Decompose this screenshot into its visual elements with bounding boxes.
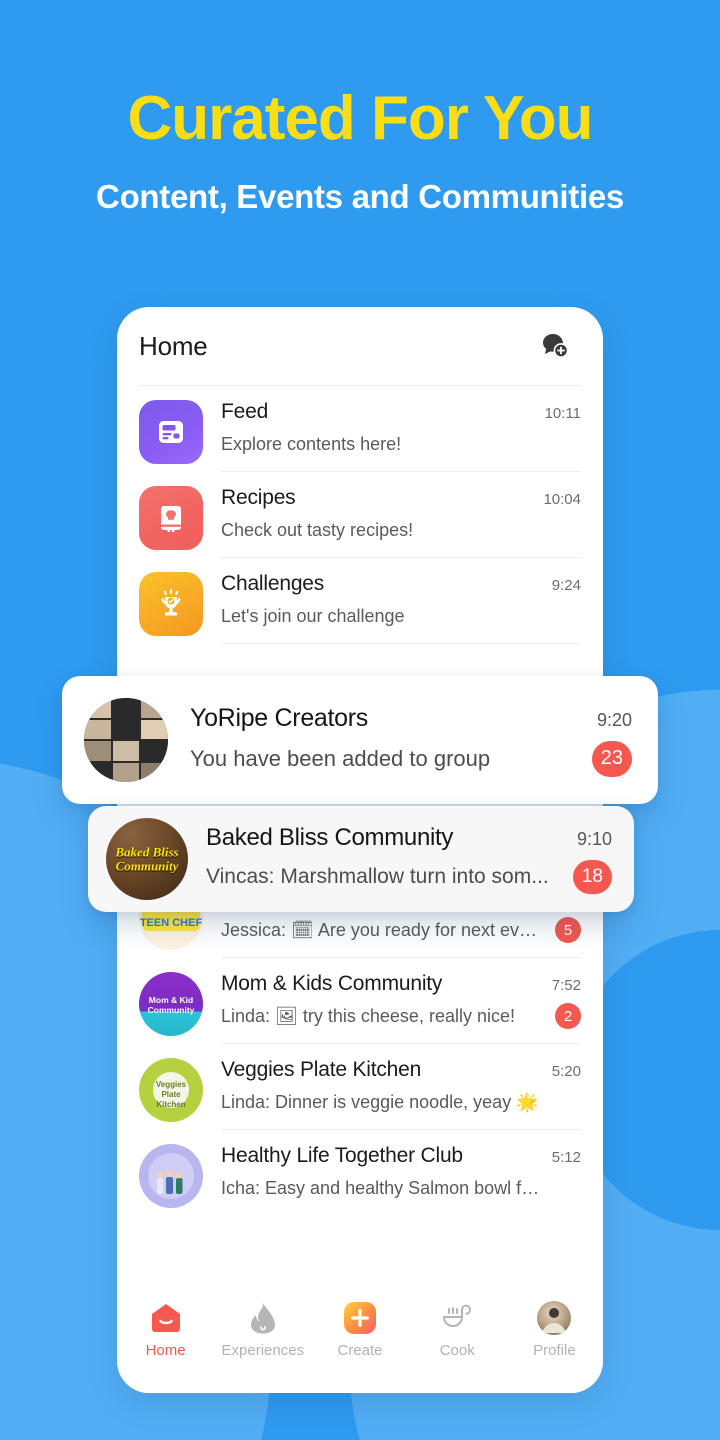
challenges-trophy-icon (139, 572, 203, 636)
promo-subheadline: Content, Events and Communities (96, 178, 624, 215)
unread-badge: 18 (572, 860, 612, 894)
list-item[interactable]: Feed 10:11 Explore contents here! (117, 386, 603, 472)
profile-avatar-icon (537, 1297, 572, 1339)
list-item[interactable]: Veggies Plate Kitchen Veggies Plate Kitc… (117, 1044, 603, 1130)
nav-label: Home (145, 1342, 186, 1359)
avatar (139, 1144, 203, 1208)
chat-name: Feed (221, 400, 269, 423)
nav-label: Create (337, 1342, 383, 1359)
feed-icon (139, 400, 203, 464)
chat-name: YoRipe Creators (190, 703, 369, 732)
avatar-text: TEEN CHEF (139, 916, 203, 929)
promo-headline: Curated For You (127, 84, 594, 153)
recipes-icon (139, 486, 203, 550)
unread-badge: 5 (555, 917, 581, 943)
avatar-text: Mom & Kid (148, 995, 194, 1006)
highlight-card-baked-bliss[interactable]: Baked Bliss Community Baked Bliss Commun… (88, 806, 634, 912)
chat-time: 9:10 (576, 829, 612, 849)
avatar: Baked Bliss Community (106, 818, 188, 900)
chat-time: 10:11 (544, 405, 581, 422)
chat-name: Healthy Life Together Club (221, 1144, 463, 1167)
avatar (139, 486, 203, 550)
list-item[interactable]: Mom & Kid Community Mom & Kids Community… (117, 958, 603, 1044)
avatar-text: Community (115, 858, 179, 873)
avatar: Veggies Plate Kitchen (139, 1058, 203, 1122)
chat-time: 5:20 (551, 1063, 581, 1080)
chat-preview: Check out tasty recipes! (221, 519, 414, 540)
app-header: Home (117, 307, 603, 385)
bottom-navigation: Home Experiences Create Cook Profile (117, 1289, 603, 1393)
nav-item-experiences[interactable]: Experiences (214, 1297, 311, 1359)
nav-item-home[interactable]: Home (117, 1297, 214, 1359)
list-item-body: Healthy Life Together Club 5:12 Icha: Ea… (221, 1144, 581, 1215)
nav-label: Cook (439, 1342, 475, 1359)
avatar-text: Kitchen (156, 1099, 186, 1109)
avatar-text: Plate (161, 1089, 181, 1099)
unread-badge: 2 (555, 1003, 581, 1029)
plus-square-icon (341, 1297, 379, 1339)
chat-name: Challenges (221, 572, 325, 595)
list-item-body: Recipes 10:04 Check out tasty recipes! (221, 486, 581, 558)
chat-name: Recipes (221, 486, 296, 509)
veggies-plate-avatar: Veggies Plate Kitchen (139, 1058, 203, 1122)
chat-name: Baked Bliss Community (206, 824, 454, 851)
chat-preview: Linda: Dinner is veggie noodle, yeay 🌟 (221, 1091, 539, 1112)
highlight-card-yoripe-creators[interactable]: YoRipe Creators 9:20 You have been added… (62, 676, 658, 804)
nav-label: Profile (533, 1342, 576, 1359)
avatar: Mom & Kid Community (139, 972, 203, 1036)
chat-time: 9:24 (551, 577, 581, 594)
avatar (139, 572, 203, 636)
page-title: Home (139, 330, 208, 361)
nav-item-cook[interactable]: Cook (409, 1297, 506, 1359)
chat-name: Veggies Plate Kitchen (221, 1058, 422, 1081)
list-item-body: Feed 10:11 Explore contents here! (221, 400, 581, 472)
chat-preview: Let's join our challenge (221, 605, 405, 626)
list-item[interactable]: Challenges 9:24 Let's join our challenge (117, 558, 603, 644)
collage-avatar (84, 698, 168, 782)
avatar-text: Veggies (155, 1079, 187, 1089)
list-item-body: Challenges 9:24 Let's join our challenge (221, 572, 581, 644)
ladle-icon (439, 1297, 475, 1339)
unread-badge: 23 (591, 740, 632, 777)
chat-time: 7:52 (551, 977, 581, 994)
list-item-body: Veggies Plate Kitchen 5:20 Linda: Dinner… (221, 1058, 581, 1130)
chat-time: 10:04 (543, 491, 581, 508)
chat-preview: Jessica: 🗓 Are you ready for next event? (221, 919, 545, 940)
chat-preview: You have been added to group (190, 745, 491, 771)
flame-icon (248, 1297, 278, 1339)
home-icon (148, 1297, 184, 1339)
chat-preview: Explore contents here! (221, 433, 402, 454)
avatar (139, 400, 203, 464)
nav-label: Experiences (221, 1342, 305, 1359)
avatar (84, 698, 168, 782)
healthy-life-avatar (139, 1144, 203, 1208)
chat-name: Mom & Kids Community (221, 972, 443, 995)
list-item[interactable]: Recipes 10:04 Check out tasty recipes! (117, 472, 603, 558)
promo-header: Curated For You Content, Events and Comm… (0, 0, 720, 216)
chat-preview: Vincas: Marshmallow turn into som... (206, 865, 549, 888)
new-chat-icon[interactable] (535, 326, 575, 366)
highlight-card-body: Baked Bliss Community 9:10 Vincas: Marsh… (206, 824, 612, 894)
list-item[interactable]: Healthy Life Together Club 5:12 Icha: Ea… (117, 1130, 603, 1215)
avatar-text: Community (147, 1005, 195, 1016)
highlight-card-body: YoRipe Creators 9:20 You have been added… (190, 704, 632, 777)
chat-preview: Linda: 🖼 try this cheese, really nice! (221, 1005, 515, 1026)
chat-preview: Icha: Easy and healthy Salmon bowl for t… (221, 1177, 545, 1198)
list-item-body: Mom & Kids Community 7:52 Linda: 🖼 try t… (221, 972, 581, 1044)
chat-time: 9:20 (596, 709, 632, 730)
nav-item-create[interactable]: Create (311, 1297, 408, 1359)
mom-kids-avatar: Mom & Kid Community (139, 972, 203, 1036)
nav-item-profile[interactable]: Profile (506, 1297, 603, 1359)
chat-time: 5:12 (551, 1149, 581, 1166)
